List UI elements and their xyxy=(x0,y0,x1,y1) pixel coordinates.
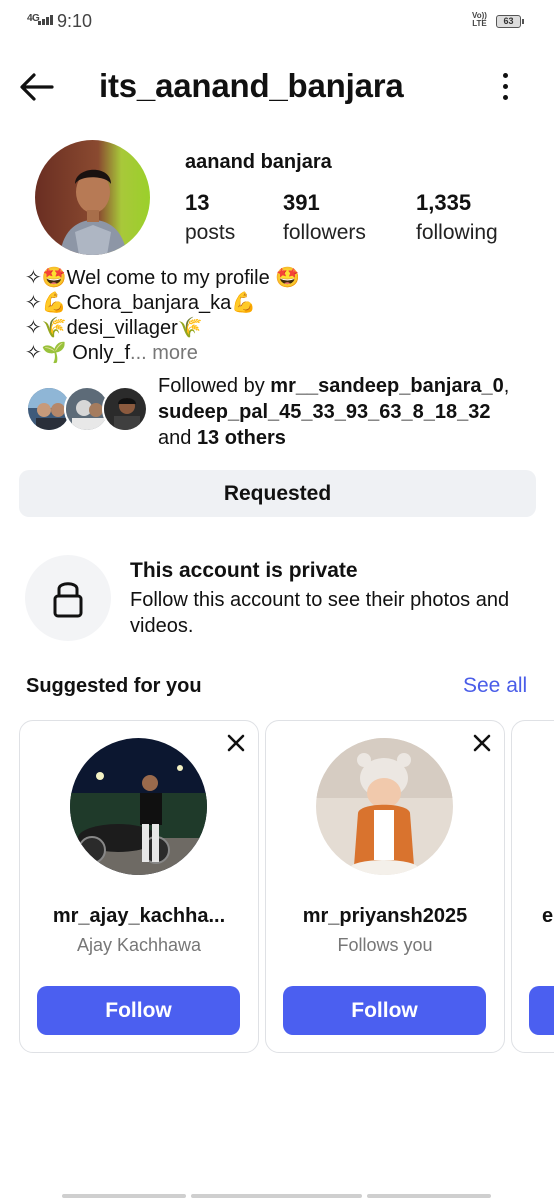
bio-line-last: ✧🌱 Only_f... more xyxy=(25,341,300,366)
followed-by-prefix: Followed by xyxy=(158,375,271,397)
suggestion-avatar[interactable] xyxy=(316,738,453,875)
close-icon[interactable] xyxy=(226,733,246,753)
volte-bottom: LTE xyxy=(472,19,487,28)
following-label: following xyxy=(416,221,498,244)
profile-username-title: its_aanand_banjara xyxy=(99,67,404,104)
close-icon[interactable] xyxy=(472,733,492,753)
posts-stat[interactable]: 13 posts xyxy=(185,190,235,245)
follow-button[interactable] xyxy=(529,986,554,1035)
bio-line: ✧🌱 Only_f xyxy=(25,342,131,364)
followed-by-and: and xyxy=(158,427,197,449)
followed-by-user: mr__sandeep_banjara_0 xyxy=(270,375,504,397)
suggestion-username[interactable]: e xyxy=(542,905,553,928)
suggestion-username[interactable]: mr_ajay_kachha... xyxy=(30,905,248,928)
signal-strength-icon xyxy=(38,15,53,25)
nav-indicator xyxy=(191,1194,362,1198)
follow-button[interactable]: Follow xyxy=(37,986,240,1035)
battery-icon: 63 xyxy=(496,15,524,28)
private-title: This account is private xyxy=(130,559,358,582)
lock-icon xyxy=(53,582,83,618)
followed-by-text[interactable]: Followed by mr__sandeep_banjara_0, sudee… xyxy=(158,373,509,451)
bio-line: ✧🤩Wel come to my profile 🤩 xyxy=(25,267,301,289)
following-stat[interactable]: 1,335 following xyxy=(416,190,498,245)
status-bar: 4G 9:10 Vo)) LTE 63 xyxy=(0,0,554,44)
suggestion-subtitle: Ajay Kachhawa xyxy=(76,935,202,955)
display-name: aanand banjara xyxy=(185,151,332,173)
suggested-heading: Suggested for you xyxy=(26,675,202,697)
nav-indicator xyxy=(62,1194,186,1198)
followers-count: 391 xyxy=(283,190,320,215)
suggestion-card[interactable]: mr_ajay_kachha... Ajay Kachhawa Follow xyxy=(19,720,259,1053)
mutual-followers-avatars[interactable] xyxy=(26,386,148,434)
mutual-avatar xyxy=(102,386,148,432)
bio-line: ✧🌾desi_villager🌾 xyxy=(25,317,203,339)
posts-count: 13 xyxy=(185,190,210,215)
more-options-icon[interactable] xyxy=(494,70,516,106)
see-all-link[interactable]: See all xyxy=(463,674,527,698)
back-arrow-icon[interactable] xyxy=(18,68,56,106)
followed-by-others: 13 others xyxy=(196,427,286,449)
bio-line: ✧💪Chora_banjara_ka💪 xyxy=(25,292,257,314)
nav-indicator xyxy=(367,1194,491,1198)
profile-avatar[interactable] xyxy=(35,140,150,255)
volte-icon: Vo)) LTE xyxy=(472,12,487,28)
follow-button[interactable]: Follow xyxy=(283,986,486,1035)
posts-label: posts xyxy=(185,221,236,244)
suggestion-card[interactable]: mr_priyansh2025 Follows you Follow xyxy=(265,720,505,1053)
followers-label: followers xyxy=(283,221,366,244)
followers-stat[interactable]: 391 followers xyxy=(283,190,366,245)
private-lock-badge xyxy=(25,555,111,641)
private-description: Follow this account to see their photos … xyxy=(130,589,510,637)
profile-bio: ✧🤩Wel come to my profile 🤩 ✧💪Chora_banja… xyxy=(25,266,300,366)
suggestion-subtitle: Follows you xyxy=(337,935,433,955)
followed-by-separator: , xyxy=(503,375,510,397)
followed-by-user: sudeep_pal_45_33_93_63_8_18_32 xyxy=(158,401,491,423)
suggestion-avatar[interactable] xyxy=(70,738,207,875)
bio-more-link[interactable]: ... more xyxy=(130,342,198,364)
suggestion-card-partial[interactable]: e xyxy=(511,720,554,1053)
suggestion-username[interactable]: mr_priyansh2025 xyxy=(276,905,494,928)
following-count: 1,335 xyxy=(416,190,472,215)
requested-button[interactable]: Requested xyxy=(19,470,536,517)
clock-time: 9:10 xyxy=(57,11,93,31)
